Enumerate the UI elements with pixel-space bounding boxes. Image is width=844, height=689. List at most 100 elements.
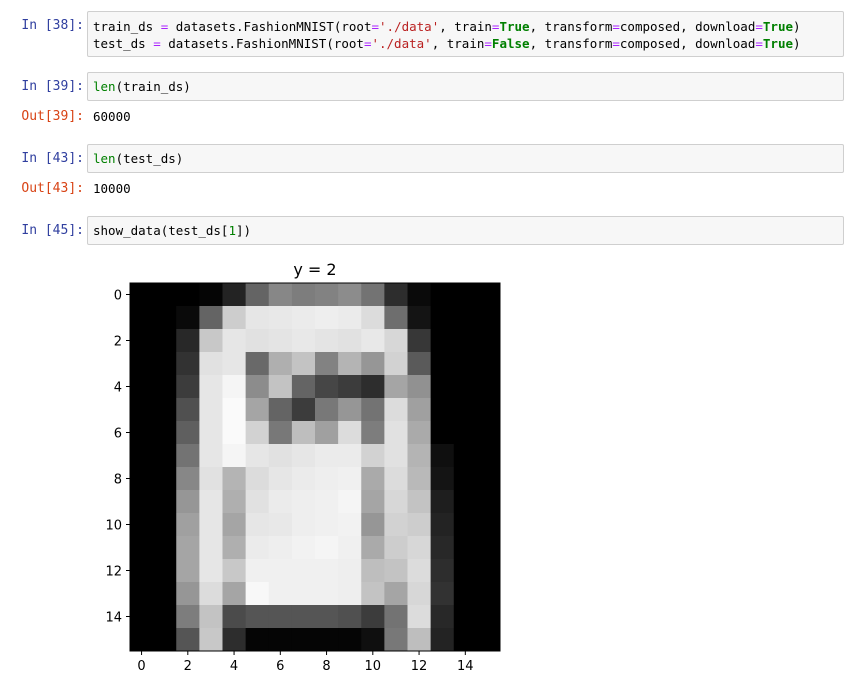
pixel-cell xyxy=(384,582,408,606)
pixel-cell xyxy=(476,490,501,514)
code-token: = xyxy=(371,19,380,34)
code-input[interactable]: train_ds = datasets.FashionMNIST(root='.… xyxy=(87,11,844,57)
pixel-cell xyxy=(130,444,154,468)
code-token: './data' xyxy=(379,19,440,34)
pixel-cell xyxy=(291,375,316,399)
code-token: composed, download xyxy=(619,36,756,51)
pixel-cell xyxy=(153,421,177,445)
pixel-cell xyxy=(384,490,408,514)
pixel-cell xyxy=(476,513,501,537)
pixel-cell xyxy=(407,398,432,422)
pixel-cell xyxy=(407,421,432,445)
pixel-cell xyxy=(338,444,362,468)
x-tick-label: 8 xyxy=(322,659,330,674)
pixel-cell xyxy=(153,513,177,537)
pixel-cell xyxy=(199,628,223,652)
pixel-cell xyxy=(130,513,154,537)
pixel-cell xyxy=(430,375,455,399)
pixel-cell xyxy=(291,513,316,537)
pixel-cell xyxy=(361,513,385,537)
code-input[interactable]: len(test_ds) xyxy=(87,144,844,173)
cell-38[interactable]: In [38]: train_ds = datasets.FashionMNIS… xyxy=(0,11,844,59)
code-token: True xyxy=(499,19,530,34)
code-input[interactable]: show_data(test_ds[1]) xyxy=(87,216,844,245)
pixel-cell xyxy=(476,375,501,399)
pixel-cell xyxy=(476,605,501,629)
pixel-cell xyxy=(245,283,270,307)
pixel-cell xyxy=(130,421,154,445)
pixel-cell xyxy=(153,490,177,514)
pixel-cell xyxy=(430,306,455,330)
pixel-cell xyxy=(384,628,408,652)
y-tick-label: 14 xyxy=(105,611,122,626)
pixel-cell xyxy=(315,628,339,652)
input-prompt: In [45]: xyxy=(21,223,84,238)
pixel-cell xyxy=(245,490,270,514)
code-token: (train_ds) xyxy=(115,79,191,94)
code-input[interactable]: len(train_ds) xyxy=(87,72,844,101)
pixel-cell xyxy=(268,444,293,468)
pixel-cell xyxy=(453,628,478,652)
pixel-cell xyxy=(338,628,362,652)
pixel-cell xyxy=(315,582,339,606)
pixel-cell xyxy=(476,283,501,307)
pixel-cell xyxy=(245,582,270,606)
cell-43[interactable]: In [43]: len(test_ds) Out[43]: 10000 xyxy=(0,144,844,204)
code-token: , train xyxy=(439,19,492,34)
pixel-cell xyxy=(315,398,339,422)
code-token: './data' xyxy=(371,36,432,51)
pixel-cell xyxy=(130,536,154,560)
output-text: 10000 xyxy=(93,181,131,196)
pixel-cell xyxy=(130,283,154,307)
input-prompt: In [39]: xyxy=(21,79,84,94)
pixel-cell xyxy=(384,329,408,353)
pixel-cell xyxy=(361,628,385,652)
pixel-cell xyxy=(176,467,200,491)
cell-39[interactable]: In [39]: len(train_ds) Out[39]: 60000 xyxy=(0,72,844,132)
pixel-cell xyxy=(199,467,223,491)
pixel-cell xyxy=(430,444,455,468)
pixel-cell xyxy=(430,467,455,491)
x-tick-label: 14 xyxy=(457,659,474,674)
pixel-cell xyxy=(268,467,293,491)
pixel-cell xyxy=(130,582,154,606)
pixel-cell xyxy=(476,421,501,445)
pixel-cell xyxy=(199,582,223,606)
pixel-cell xyxy=(407,467,432,491)
pixel-cell xyxy=(268,375,293,399)
pixel-cell xyxy=(315,605,339,629)
pixel-cell xyxy=(384,398,408,422)
x-tick-label: 4 xyxy=(230,659,238,674)
pixel-cell xyxy=(361,467,385,491)
code-token: False xyxy=(491,36,530,51)
pixel-cell xyxy=(361,421,385,445)
pixel-cell xyxy=(291,628,316,652)
pixel-cell xyxy=(430,513,455,537)
pixel-cell xyxy=(153,536,177,560)
pixel-cell xyxy=(338,467,362,491)
code-token: ]) xyxy=(236,223,252,238)
pixel-cell xyxy=(199,421,223,445)
pixel-cell xyxy=(176,444,200,468)
pixel-cell xyxy=(268,559,293,583)
pixel-cell xyxy=(384,536,408,560)
pixel-cell xyxy=(291,444,316,468)
pixel-cell xyxy=(430,490,455,514)
pixel-cell xyxy=(430,605,455,629)
pixel-cell xyxy=(153,628,177,652)
pixel-cell xyxy=(476,306,501,330)
pixel-cell xyxy=(176,536,200,560)
pixel-cell xyxy=(222,582,247,606)
pixel-cell xyxy=(176,513,200,537)
pixel-cell xyxy=(453,283,478,307)
pixel-cell xyxy=(407,375,432,399)
pixel-cell xyxy=(245,513,270,537)
y-tick-label: 6 xyxy=(114,427,122,442)
pixel-cell xyxy=(245,605,270,629)
y-tick-label: 12 xyxy=(105,565,122,580)
pixel-cell xyxy=(268,513,293,537)
pixel-cell xyxy=(384,421,408,445)
pixel-cell xyxy=(361,582,385,606)
pixel-cell xyxy=(338,283,362,307)
pixel-cell xyxy=(338,306,362,330)
